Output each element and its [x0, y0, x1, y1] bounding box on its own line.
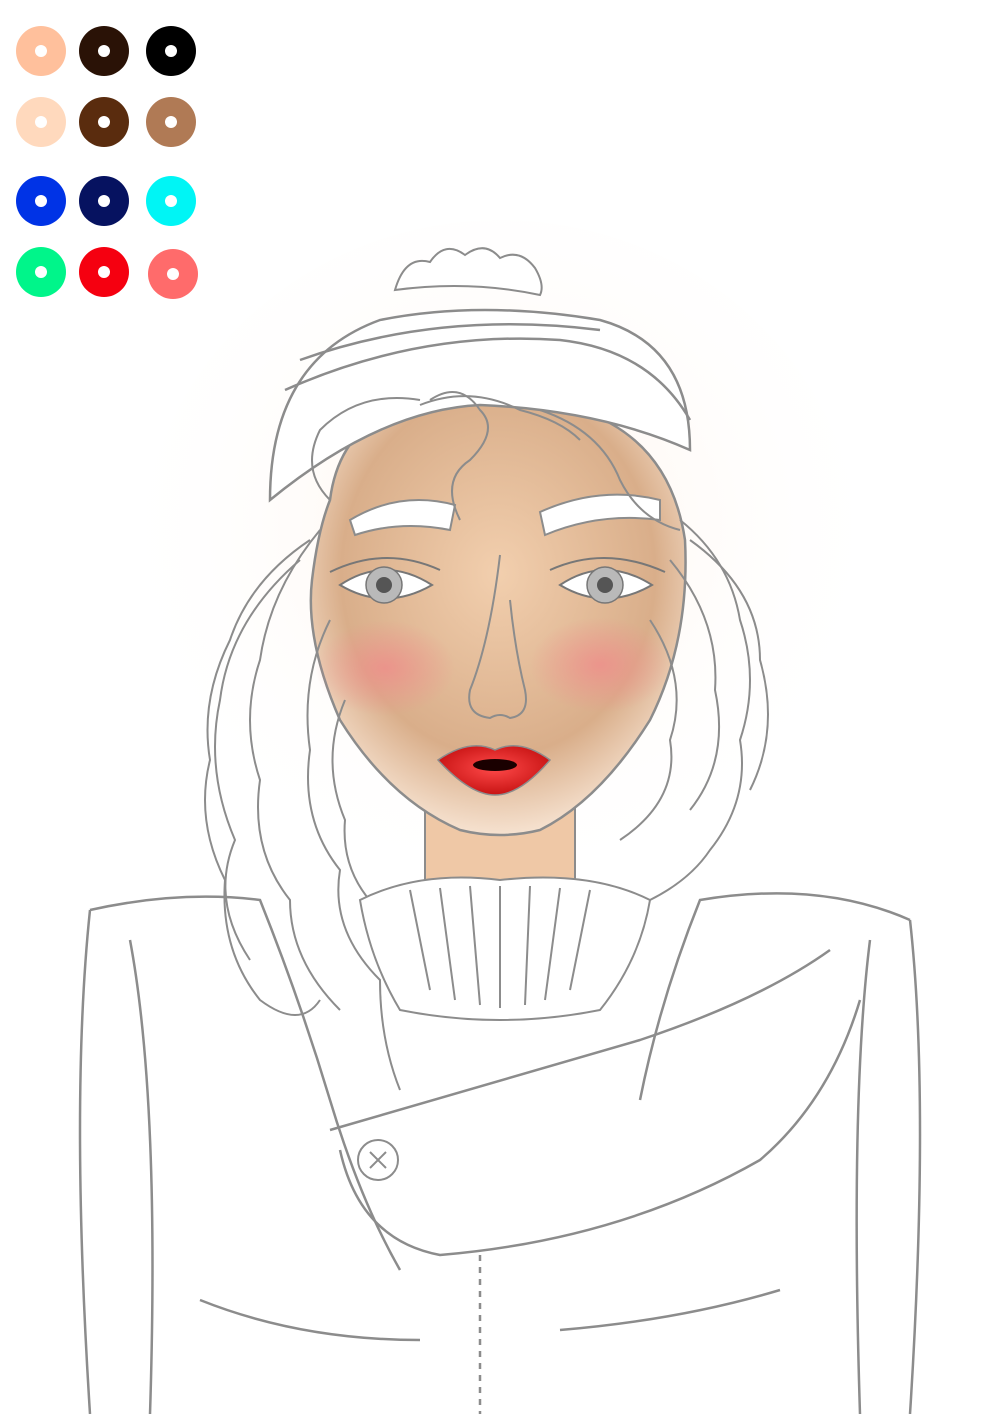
drawing-canvas[interactable]: [0, 0, 1000, 1414]
turtleneck-collar: [358, 876, 652, 1021]
coat-button: [357, 1139, 399, 1181]
blush-left: [315, 620, 455, 716]
blush-right: [530, 617, 670, 713]
